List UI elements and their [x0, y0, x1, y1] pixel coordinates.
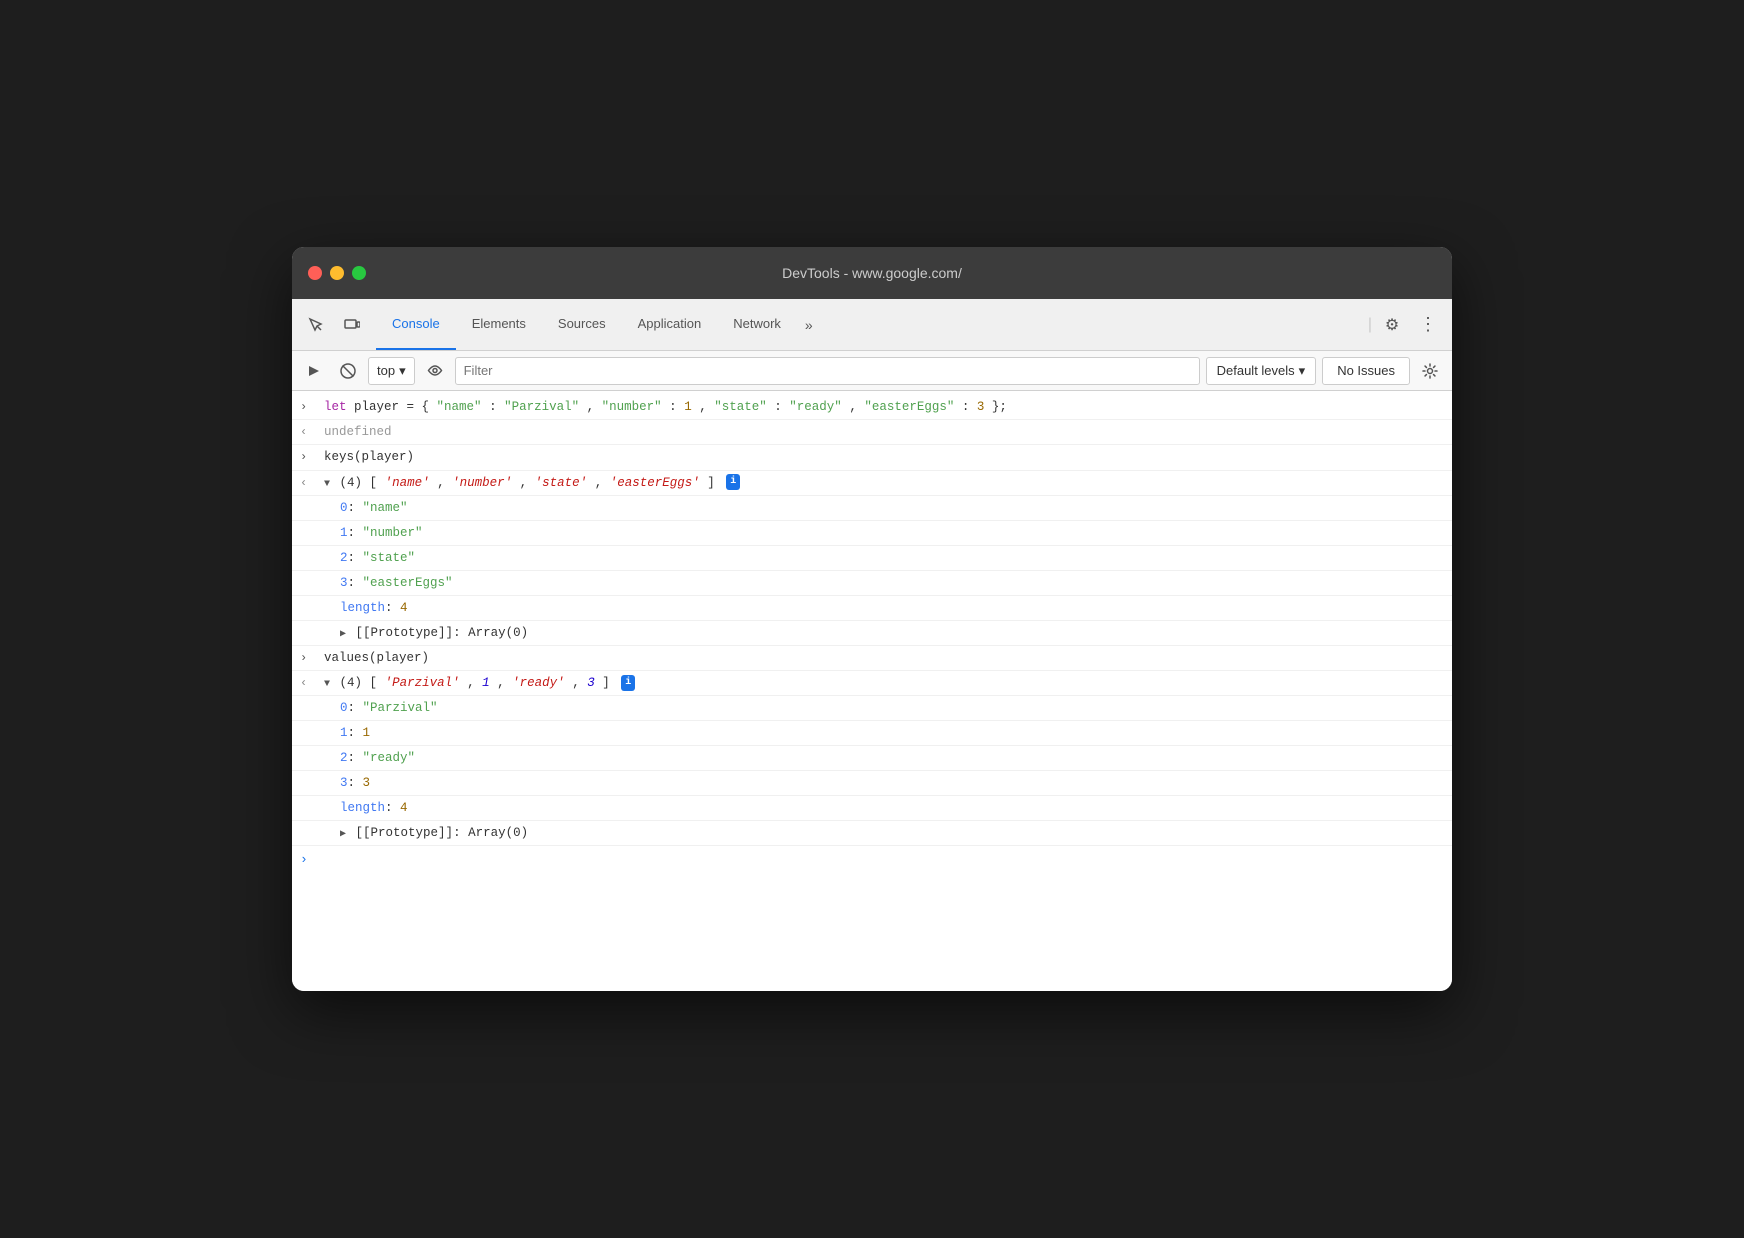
tab-elements[interactable]: Elements	[456, 299, 542, 350]
traffic-lights	[308, 266, 366, 280]
output-prefix-2: ‹	[300, 473, 324, 493]
console-entry-6: ‹ ▼ (4) [ 'Parzival' , 1 , 'ready' , 3 ]…	[292, 671, 1452, 696]
default-levels-button[interactable]: Default levels ▾	[1206, 357, 1317, 385]
tab-sources[interactable]: Sources	[542, 299, 622, 350]
separator: |	[1368, 316, 1372, 334]
device-toolbar-button[interactable]	[336, 309, 368, 341]
array-1-item-2: 2: "state"	[292, 546, 1452, 571]
context-selector[interactable]: top ▾	[368, 357, 415, 385]
console-entry-2: ‹ undefined	[292, 420, 1452, 445]
console-array-2-header[interactable]: ▼ (4) [ 'Parzival' , 1 , 'ready' , 3 ] i	[324, 673, 1444, 693]
tab-bar: Console Elements Sources Application Net…	[376, 299, 1368, 350]
input-prefix-2: ›	[300, 447, 324, 467]
close-button[interactable]	[308, 266, 322, 280]
prototype-expand-2[interactable]: ▶	[340, 827, 346, 843]
array-2-item-2: 2: "ready"	[292, 746, 1452, 771]
no-issues-button[interactable]: No Issues	[1322, 357, 1410, 385]
console-prompt: ›	[300, 850, 308, 871]
array-2-length: length: 4	[292, 796, 1452, 821]
output-prefix: ‹	[300, 422, 324, 442]
devtools-window: DevTools - www.google.com/ Console	[292, 247, 1452, 991]
prototype-expand-1[interactable]: ▶	[340, 627, 346, 643]
main-toolbar: Console Elements Sources Application Net…	[292, 299, 1452, 351]
window-title: DevTools - www.google.com/	[782, 265, 962, 281]
console-entry-5: › values(player)	[292, 646, 1452, 671]
array-2-prototype[interactable]: ▶ [[Prototype]]: Array(0)	[292, 821, 1452, 846]
array-1-prototype[interactable]: ▶ [[Prototype]]: Array(0)	[292, 621, 1452, 646]
more-options-button[interactable]: ⋮	[1412, 309, 1444, 341]
console-input-keys: keys(player)	[324, 447, 1444, 467]
toolbar-icon-group	[300, 309, 368, 341]
console-repl-input[interactable]	[312, 853, 1444, 868]
console-input-1: let player = { "name" : "Parzival" , "nu…	[324, 397, 1444, 417]
array-2-item-0: 0: "Parzival"	[292, 696, 1452, 721]
collapse-arrow[interactable]: ▼	[324, 477, 330, 493]
tab-application[interactable]: Application	[622, 299, 718, 350]
console-toolbar: top ▾ Default levels ▾ No Issues	[292, 351, 1452, 391]
console-settings-button[interactable]	[1416, 357, 1444, 385]
console-output-area: › let player = { "name" : "Parzival" , "…	[292, 391, 1452, 991]
array-item-content: 0: "name"	[340, 498, 1444, 518]
tab-console[interactable]: Console	[376, 299, 456, 350]
minimize-button[interactable]	[330, 266, 344, 280]
collapse-arrow-2[interactable]: ▼	[324, 677, 330, 693]
inspect-element-button[interactable]	[300, 309, 332, 341]
input-prefix: ›	[300, 397, 324, 417]
console-entry-4: ‹ ▼ (4) [ 'name' , 'number' , 'state' , …	[292, 471, 1452, 496]
info-badge-2[interactable]: i	[621, 675, 635, 691]
filter-input[interactable]	[455, 357, 1200, 385]
console-output-undefined: undefined	[324, 422, 1444, 442]
output-prefix-3: ‹	[300, 673, 324, 693]
array-1-length: length: 4	[292, 596, 1452, 621]
settings-button[interactable]: ⚙	[1376, 309, 1408, 341]
title-bar: DevTools - www.google.com/	[292, 247, 1452, 299]
clear-console-button[interactable]	[300, 357, 328, 385]
eye-button[interactable]	[421, 357, 449, 385]
toolbar-right-actions: | ⚙ ⋮	[1368, 309, 1444, 341]
console-input-area[interactable]: ›	[292, 846, 1452, 875]
array-1-item-0: 0: "name"	[292, 496, 1452, 521]
array-2-item-1: 1: 1	[292, 721, 1452, 746]
input-prefix-3: ›	[300, 648, 324, 668]
console-entry-1: › let player = { "name" : "Parzival" , "…	[292, 395, 1452, 420]
more-tabs-button[interactable]: »	[797, 299, 821, 350]
console-array-1-header[interactable]: ▼ (4) [ 'name' , 'number' , 'state' , 'e…	[324, 473, 1444, 493]
tab-network[interactable]: Network	[717, 299, 797, 350]
console-entry-3: › keys(player)	[292, 445, 1452, 470]
array-1-item-1: 1: "number"	[292, 521, 1452, 546]
block-requests-button[interactable]	[334, 357, 362, 385]
console-input-values: values(player)	[324, 648, 1444, 668]
info-badge-1[interactable]: i	[726, 474, 740, 490]
array-1-item-3: 3: "easterEggs"	[292, 571, 1452, 596]
maximize-button[interactable]	[352, 266, 366, 280]
array-2-item-3: 3: 3	[292, 771, 1452, 796]
